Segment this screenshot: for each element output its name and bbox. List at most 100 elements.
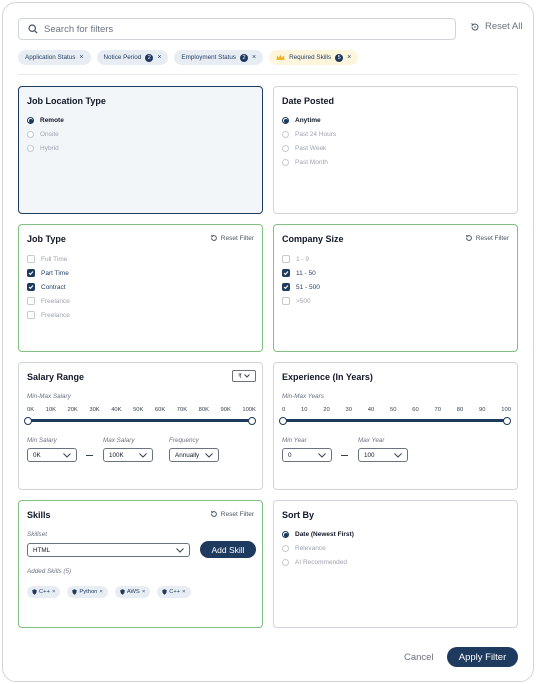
checkbox-control[interactable] <box>27 269 35 277</box>
radio-control[interactable] <box>282 145 289 152</box>
experience-tick-label: 70 <box>434 407 441 413</box>
radio-control[interactable] <box>282 531 289 538</box>
salary-max-handle[interactable] <box>248 416 256 425</box>
max-salary-select[interactable]: 100K <box>103 448 153 462</box>
max-year-label: Max Year <box>358 437 385 444</box>
radio-past-week[interactable]: Past Week <box>282 145 326 152</box>
reset-filter-label: Reset Filter <box>220 234 254 242</box>
option-label: 11 - 50 <box>296 269 316 277</box>
shield-icon <box>120 589 125 595</box>
chip-employment-status[interactable]: Employment Status 2 × <box>174 50 264 65</box>
currency-select[interactable]: ₹ <box>232 370 256 382</box>
radio-control[interactable] <box>282 159 289 166</box>
radio-control[interactable] <box>27 145 34 152</box>
checkbox-control[interactable] <box>27 311 35 319</box>
chip-required-skills[interactable]: Required Skills 5 × <box>269 50 359 65</box>
salary-range-card: Salary Range ₹ Min-Max Salary 0K 10K 20K 30… <box>18 362 263 490</box>
chip-application-status[interactable]: Application Status × <box>18 50 91 65</box>
reset-filter-button[interactable]: Reset Filter <box>210 234 254 242</box>
chip-count-badge: 2 <box>145 53 154 62</box>
skill-chip-aws[interactable]: AWS × <box>114 586 151 598</box>
checkbox-size-500-plus[interactable]: >500 <box>282 297 311 305</box>
reset-filter-button[interactable]: Reset Filter <box>210 510 254 518</box>
radio-control[interactable] <box>282 559 289 566</box>
checkbox-full-time[interactable]: Full Time <box>27 255 67 263</box>
option-label: 1 - 9 <box>296 255 310 263</box>
close-icon[interactable]: × <box>157 54 161 61</box>
checkbox-contract[interactable]: Contract <box>27 283 66 291</box>
reset-filter-button[interactable]: Reset Filter <box>465 234 509 242</box>
cancel-button[interactable]: Cancel <box>404 652 434 663</box>
search-icon <box>28 24 38 34</box>
radio-past-month[interactable]: Past Month <box>282 159 328 166</box>
min-salary-select[interactable]: 0K <box>27 448 77 462</box>
skill-chip-cpp[interactable]: C++ × <box>27 586 61 598</box>
checkbox-control[interactable] <box>27 297 35 305</box>
radio-control[interactable] <box>282 117 289 124</box>
checkbox-control[interactable] <box>282 297 290 305</box>
search-input[interactable]: Search for filters <box>18 18 456 40</box>
checkbox-control[interactable] <box>27 255 35 263</box>
checkbox-size-51-500[interactable]: 51 - 500 <box>282 283 320 291</box>
add-skill-button[interactable]: Add Skill <box>200 541 256 558</box>
radio-control[interactable] <box>27 131 34 138</box>
checkbox-size-11-50[interactable]: 11 - 50 <box>282 269 316 277</box>
radio-onsite[interactable]: Onsite <box>27 131 59 138</box>
checkbox-control[interactable] <box>282 283 290 291</box>
skill-chip-python[interactable]: Python × <box>67 586 108 598</box>
experience-max-handle[interactable] <box>503 416 511 425</box>
close-icon[interactable]: × <box>252 54 256 61</box>
chip-notice-period[interactable]: Notice Period 2 × <box>96 50 169 65</box>
max-year-select[interactable]: 100 <box>358 448 408 462</box>
checkbox-freelance[interactable]: Freelance <box>27 297 70 305</box>
option-label: Part Time <box>41 269 69 277</box>
checkbox-control[interactable] <box>282 255 290 263</box>
checkbox-freelance-2[interactable]: Freelance <box>27 311 70 319</box>
radio-past-24-hours[interactable]: Past 24 Hours <box>282 131 336 138</box>
checkbox-control[interactable] <box>282 269 290 277</box>
salary-min-handle[interactable] <box>24 416 32 425</box>
chevron-down-icon <box>63 452 71 458</box>
radio-relevance[interactable]: Relevance <box>282 545 326 552</box>
skill-chip-cpp-2[interactable]: C++ × <box>157 586 191 598</box>
radio-remote[interactable]: Remote <box>27 117 64 124</box>
experience-tick-labels: 0 10 20 30 40 50 60 70 80 90 100 <box>282 407 511 413</box>
radio-anytime[interactable]: Anytime <box>282 117 321 124</box>
reset-all-label: Reset All <box>485 21 523 32</box>
date-posted-card: Date Posted Anytime Past 24 Hours Past W… <box>273 86 518 214</box>
skillset-label: Skillset <box>27 531 47 538</box>
checkbox-part-time[interactable]: Part Time <box>27 269 69 277</box>
min-year-select[interactable]: 0 <box>282 448 332 462</box>
close-icon[interactable]: × <box>347 54 351 61</box>
shield-icon <box>72 589 78 595</box>
chip-label: Employment Status <box>181 54 237 61</box>
radio-ai-recommended[interactable]: AI Recommended <box>282 559 347 566</box>
apply-filter-button[interactable]: Apply Filter <box>447 647 518 667</box>
frequency-select[interactable]: Annually <box>169 448 219 462</box>
salary-slider-track[interactable] <box>28 419 255 422</box>
experience-slider-track[interactable] <box>283 419 510 422</box>
close-icon[interactable]: × <box>182 589 185 595</box>
radio-control[interactable] <box>282 131 289 138</box>
salary-tick-label: 70K <box>176 407 188 413</box>
option-label: Onsite <box>40 131 59 138</box>
close-icon[interactable]: × <box>52 589 55 595</box>
radio-hybrid[interactable]: Hybrid <box>27 145 59 152</box>
close-icon[interactable]: × <box>142 589 145 595</box>
checkbox-size-1-9[interactable]: 1 - 9 <box>282 255 309 263</box>
job-location-card: Job Location Type Remote Onsite Hybrid <box>18 86 263 214</box>
reset-all-button[interactable]: Reset All <box>470 21 523 32</box>
reset-icon <box>471 22 479 30</box>
experience-min-handle[interactable] <box>279 416 287 425</box>
skill-chip-label: Python <box>79 589 98 595</box>
close-icon[interactable]: × <box>79 54 83 61</box>
card-title: Experience (In Years) <box>282 372 373 382</box>
close-icon[interactable]: × <box>99 589 102 595</box>
checkbox-control[interactable] <box>27 283 35 291</box>
crown-icon <box>276 54 285 60</box>
radio-date-newest[interactable]: Date (Newest First) <box>282 531 354 538</box>
radio-control[interactable] <box>282 545 289 552</box>
salary-tick-label: 30K <box>89 407 100 413</box>
radio-control[interactable] <box>27 117 34 124</box>
skillset-select[interactable]: HTML <box>27 543 190 557</box>
